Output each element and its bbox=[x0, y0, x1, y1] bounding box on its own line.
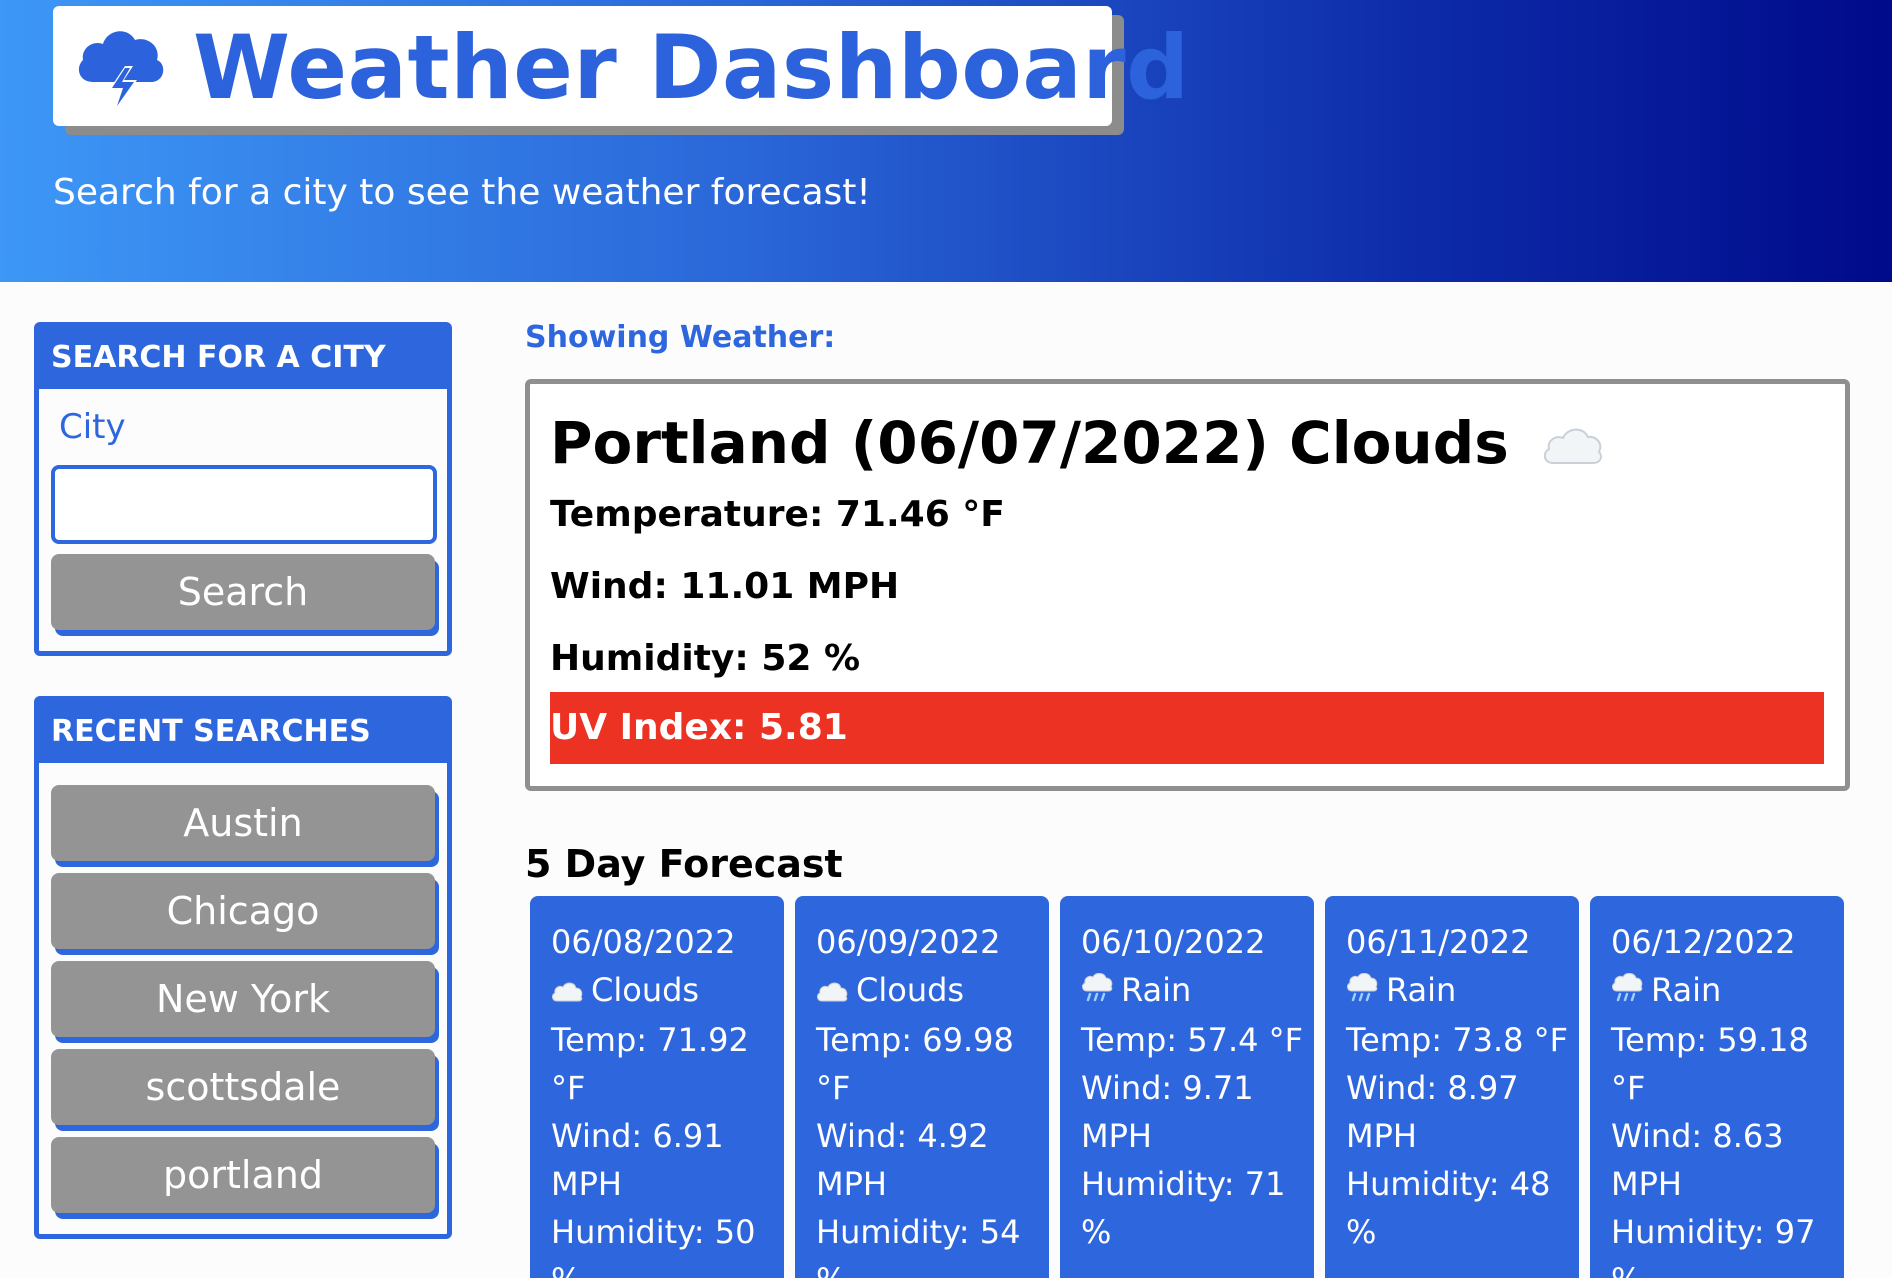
forecast-wind: Wind: 4.92 MPH bbox=[816, 1117, 989, 1203]
forecast-humidity: Humidity: 97 % bbox=[1611, 1213, 1816, 1278]
cloud-icon bbox=[1541, 412, 1603, 482]
page-title: Weather Dashboard bbox=[193, 16, 1190, 119]
page-subtitle: Search for a city to see the weather for… bbox=[53, 172, 871, 213]
search-card-heading: SEARCH FOR A CITY bbox=[39, 327, 447, 389]
cloud-icon bbox=[551, 968, 583, 1016]
forecast-temp: Temp: 59.18 °F bbox=[1611, 1021, 1809, 1107]
current-weather-title: Portland (06/07/2022) Clouds bbox=[550, 408, 1603, 482]
rain-cloud-icon bbox=[1346, 968, 1378, 1016]
forecast-date: 06/11/2022 bbox=[1346, 923, 1531, 961]
forecast-temp: Temp: 57.4 °F bbox=[1081, 1021, 1304, 1059]
forecast-card: 06/08/2022 Clouds Temp: 71.92 °F Wind: 6… bbox=[530, 896, 784, 1278]
current-humidity: Humidity: 52 % bbox=[550, 638, 861, 679]
current-temperature: Temperature: 71.46 °F bbox=[550, 494, 1005, 535]
forecast-date: 06/09/2022 bbox=[816, 923, 1001, 961]
recent-search-scottsdale[interactable]: scottsdale bbox=[51, 1049, 435, 1125]
forecast-condition: Rain bbox=[1346, 966, 1576, 1016]
recent-search-chicago[interactable]: Chicago bbox=[51, 873, 435, 949]
search-card: SEARCH FOR A CITY City Search bbox=[34, 322, 452, 656]
forecast-card: 06/10/2022 Rain Temp: 57.4 °F Wind: 9.71… bbox=[1060, 896, 1314, 1278]
forecast-card: 06/11/2022 Rain Temp: 73.8 °F Wind: 8.97… bbox=[1325, 896, 1579, 1278]
city-label: City bbox=[59, 407, 126, 447]
cloud-icon bbox=[816, 968, 848, 1016]
forecast-condition: Clouds bbox=[551, 966, 781, 1016]
current-weather-card: Portland (06/07/2022) Clouds Temperature… bbox=[525, 379, 1850, 791]
rain-cloud-icon bbox=[1611, 968, 1643, 1016]
city-search-input[interactable] bbox=[51, 465, 437, 544]
search-button[interactable]: Search bbox=[51, 554, 435, 630]
current-wind: Wind: 11.01 MPH bbox=[550, 566, 900, 607]
rain-cloud-icon bbox=[1081, 968, 1113, 1016]
forecast-date: 06/10/2022 bbox=[1081, 923, 1266, 961]
forecast-wind: Wind: 6.91 MPH bbox=[551, 1117, 724, 1203]
forecast-humidity: Humidity: 54 % bbox=[816, 1213, 1021, 1278]
forecast-condition-label: Rain bbox=[1651, 971, 1722, 1009]
forecast-condition: Rain bbox=[1081, 966, 1311, 1016]
current-city-date-condition: Portland (06/07/2022) Clouds bbox=[550, 409, 1509, 477]
forecast-wind: Wind: 9.71 MPH bbox=[1081, 1069, 1254, 1155]
forecast-condition-label: Rain bbox=[1121, 971, 1192, 1009]
forecast-date: 06/12/2022 bbox=[1611, 923, 1796, 961]
forecast-condition: Rain bbox=[1611, 966, 1841, 1016]
forecast-wind: Wind: 8.63 MPH bbox=[1611, 1117, 1784, 1203]
recent-searches-card: RECENT SEARCHES Austin Chicago New York … bbox=[34, 696, 452, 1239]
forecast-card: 06/12/2022 Rain Temp: 59.18 °F Wind: 8.6… bbox=[1590, 896, 1844, 1278]
forecast-humidity: Humidity: 48 % bbox=[1346, 1165, 1551, 1251]
forecast-condition-label: Clouds bbox=[856, 971, 965, 1009]
forecast-humidity: Humidity: 71 % bbox=[1081, 1165, 1286, 1251]
recent-search-portland[interactable]: portland bbox=[51, 1137, 435, 1213]
title-box: Weather Dashboard bbox=[53, 6, 1189, 126]
forecast-temp: Temp: 71.92 °F bbox=[551, 1021, 749, 1107]
forecast-temp: Temp: 73.8 °F bbox=[1346, 1021, 1569, 1059]
recent-search-new-york[interactable]: New York bbox=[51, 961, 435, 1037]
uv-index-badge: UV Index: 5.81 bbox=[550, 692, 1824, 764]
forecast-wind: Wind: 8.97 MPH bbox=[1346, 1069, 1519, 1155]
forecast-card: 06/09/2022 Clouds Temp: 69.98 °F Wind: 4… bbox=[795, 896, 1049, 1278]
forecast-temp: Temp: 69.98 °F bbox=[816, 1021, 1014, 1107]
recent-searches-heading: RECENT SEARCHES bbox=[39, 701, 447, 763]
forecast-heading: 5 Day Forecast bbox=[525, 842, 843, 886]
forecast-humidity: Humidity: 50 % bbox=[551, 1213, 756, 1278]
forecast-condition: Clouds bbox=[816, 966, 1046, 1016]
page-header: Weather Dashboard Search for a city to s… bbox=[0, 0, 1892, 282]
showing-weather-label: Showing Weather: bbox=[525, 320, 836, 355]
forecast-condition-label: Rain bbox=[1386, 971, 1457, 1009]
recent-search-austin[interactable]: Austin bbox=[51, 785, 435, 861]
forecast-date: 06/08/2022 bbox=[551, 923, 736, 961]
forecast-condition-label: Clouds bbox=[591, 971, 700, 1009]
cloud-lightning-icon bbox=[71, 16, 171, 116]
